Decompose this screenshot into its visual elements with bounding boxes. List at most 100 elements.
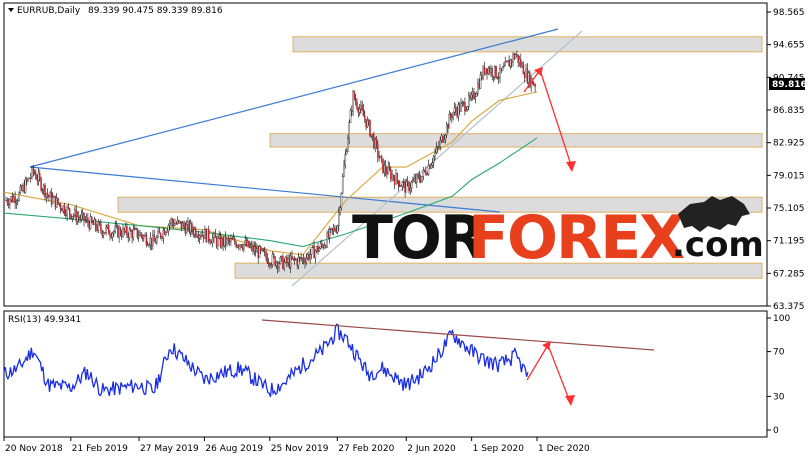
candle-body <box>148 244 150 246</box>
candle-body <box>88 222 90 229</box>
candle-body <box>332 227 335 231</box>
candle-body <box>52 197 54 204</box>
candle-body <box>172 222 175 226</box>
candle-body <box>487 68 490 75</box>
candle-body <box>104 232 106 234</box>
candle-body <box>156 237 158 244</box>
candle-body <box>169 222 171 226</box>
candle-body <box>495 65 497 78</box>
candle-body <box>371 134 374 136</box>
y-tick-label: 63.375 <box>773 302 805 312</box>
candle-body <box>367 120 370 122</box>
candle-body <box>170 219 172 224</box>
brand-part3: .com <box>672 225 764 265</box>
candle-body <box>20 186 23 191</box>
candle-body <box>314 250 317 259</box>
candle-body <box>516 54 518 56</box>
candle-body <box>304 261 306 264</box>
candle-body <box>335 230 337 233</box>
candle-body <box>366 120 369 128</box>
candle-body <box>32 167 35 172</box>
candle-body <box>425 170 427 175</box>
candle-body <box>388 166 391 171</box>
candle-body <box>326 232 328 248</box>
candle-body <box>63 205 66 214</box>
candle-body <box>23 185 25 193</box>
candle-body <box>384 164 387 172</box>
candle-body <box>29 176 32 179</box>
rsi-y-axis: 100 70 30 0 <box>767 314 790 436</box>
candle-body <box>283 261 285 269</box>
candle-body <box>241 247 244 250</box>
candle-body <box>185 224 188 234</box>
candle-body <box>458 104 461 112</box>
candle-body <box>512 54 514 63</box>
candle-body <box>369 120 371 137</box>
candle-body <box>230 238 232 242</box>
candle-body <box>40 178 42 191</box>
candle-body <box>66 206 68 217</box>
candle-body <box>144 234 146 237</box>
candle-body <box>137 235 140 238</box>
candle-body <box>301 258 304 260</box>
candle-body <box>7 202 10 205</box>
candle-body <box>217 237 219 246</box>
candle-body <box>287 258 289 263</box>
candle-body <box>318 247 321 252</box>
candle-body <box>336 225 339 233</box>
candle-body <box>435 147 438 154</box>
candle-body <box>49 192 51 198</box>
y-tick-label: 86.835 <box>773 106 805 116</box>
candle-body <box>165 232 167 235</box>
candle-body <box>91 216 93 223</box>
rsi-label: RSI(13) 49.9341 <box>8 315 81 325</box>
candle-body <box>70 213 72 219</box>
candle-body <box>474 96 477 99</box>
candle-body <box>110 235 113 238</box>
chart-header: EURRUB,Daily 89.339 90.475 89.339 89.816 <box>8 6 223 16</box>
candle-body <box>218 235 220 239</box>
candle-body <box>353 91 356 100</box>
candle-body <box>113 231 115 234</box>
candle-body <box>484 68 487 74</box>
candle-body <box>309 254 311 260</box>
candle-body <box>465 109 467 112</box>
candle-body <box>202 234 205 239</box>
candle-body <box>10 196 12 201</box>
candle-body <box>11 196 14 202</box>
candle-body <box>39 173 41 179</box>
candle-body <box>96 227 98 231</box>
candle-body <box>374 139 376 149</box>
candle-body <box>182 222 184 229</box>
candle-body <box>522 63 525 75</box>
candle-body <box>340 193 343 208</box>
candle-body <box>296 259 298 266</box>
candle-body <box>167 225 170 232</box>
candle-body <box>223 236 226 246</box>
candle-body <box>239 244 241 247</box>
candle-body <box>45 193 48 198</box>
candle-body <box>348 122 350 139</box>
candle-body <box>184 226 187 234</box>
candle-body <box>491 68 493 77</box>
candle-body <box>163 230 166 235</box>
candle-body <box>189 223 192 233</box>
candle-body <box>377 143 379 157</box>
candle-body <box>62 205 64 212</box>
candle-body <box>120 234 123 237</box>
candle-body <box>253 246 256 252</box>
x-tick-label: 27 May 2019 <box>140 444 199 454</box>
candle-body <box>361 105 363 110</box>
candle-body <box>513 54 516 59</box>
candle-body <box>331 228 334 231</box>
candle-body <box>373 135 375 149</box>
candle-body <box>414 178 417 183</box>
candle-body <box>343 165 345 177</box>
candle-body <box>483 66 486 74</box>
candle-body <box>59 204 62 210</box>
candle-body <box>271 254 274 265</box>
candle-body <box>443 138 445 143</box>
candle-body <box>442 135 444 143</box>
y-tick-label: 79.015 <box>773 171 805 181</box>
x-tick-label: 2 Jun 2020 <box>407 444 456 454</box>
